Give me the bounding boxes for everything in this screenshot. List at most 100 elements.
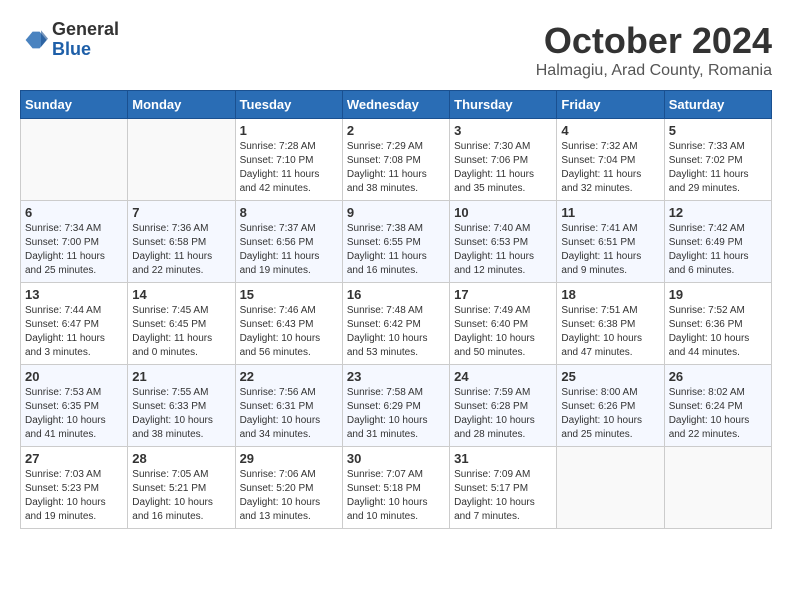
calendar-cell (21, 119, 128, 201)
day-info: Sunrise: 7:37 AM Sunset: 6:56 PM Dayligh… (240, 222, 338, 278)
day-info: Sunrise: 7:44 AM Sunset: 6:47 PM Dayligh… (25, 304, 123, 360)
calendar-cell: 12Sunrise: 7:42 AM Sunset: 6:49 PM Dayli… (664, 201, 771, 283)
day-number: 20 (25, 369, 123, 384)
day-number: 29 (240, 451, 338, 466)
day-info: Sunrise: 7:05 AM Sunset: 5:21 PM Dayligh… (132, 468, 230, 524)
calendar-cell: 14Sunrise: 7:45 AM Sunset: 6:45 PM Dayli… (128, 283, 235, 365)
day-info: Sunrise: 7:59 AM Sunset: 6:28 PM Dayligh… (454, 386, 552, 442)
day-number: 22 (240, 369, 338, 384)
day-info: Sunrise: 7:53 AM Sunset: 6:35 PM Dayligh… (25, 386, 123, 442)
calendar-week-2: 6 Sunrise: 7:34 AM Sunset: 7:00 PM Daylig… (21, 201, 772, 283)
day-number: 19 (669, 287, 767, 302)
calendar-cell: 18 Sunrise: 7:51 AM Sunset: 6:38 PM Dayli… (557, 283, 664, 365)
logo-blue-text: Blue (52, 39, 91, 59)
title-block: October 2024 Halmagiu, Arad County, Roma… (536, 20, 772, 80)
calendar-cell: 10 Sunrise: 7:40 AM Sunset: 6:53 PM Dayli… (450, 201, 557, 283)
day-info: Sunrise: 7:46 AM Sunset: 6:43 PM Dayligh… (240, 304, 338, 360)
day-info: Sunrise: 7:33 AM Sunset: 7:02 PM Dayligh… (669, 140, 767, 196)
day-info: Sunrise: 8:00 AM Sunset: 6:26 PM Dayligh… (561, 386, 659, 442)
day-number: 28 (132, 451, 230, 466)
day-info: Sunrise: 7:45 AM Sunset: 6:45 PM Dayligh… (132, 304, 230, 360)
calendar-header-row: SundayMondayTuesdayWednesdayThursdayFrid… (21, 91, 772, 119)
header-saturday: Saturday (664, 91, 771, 119)
calendar-cell: 16 Sunrise: 7:48 AM Sunset: 6:42 PM Dayli… (342, 283, 449, 365)
day-number: 24 (454, 369, 552, 384)
logo: General Blue (20, 20, 119, 60)
day-info: Sunrise: 7:03 AM Sunset: 5:23 PM Dayligh… (25, 468, 123, 524)
day-info: Sunrise: 7:49 AM Sunset: 6:40 PM Dayligh… (454, 304, 552, 360)
header-monday: Monday (128, 91, 235, 119)
day-info: Sunrise: 7:52 AM Sunset: 6:36 PM Dayligh… (669, 304, 767, 360)
day-number: 25 (561, 369, 659, 384)
calendar-cell: 7Sunrise: 7:36 AM Sunset: 6:58 PM Daylig… (128, 201, 235, 283)
header-friday: Friday (557, 91, 664, 119)
calendar-cell: 30Sunrise: 7:07 AM Sunset: 5:18 PM Dayli… (342, 447, 449, 529)
header-wednesday: Wednesday (342, 91, 449, 119)
calendar-cell: 21 Sunrise: 7:55 AM Sunset: 6:33 PM Dayli… (128, 365, 235, 447)
day-info: Sunrise: 7:51 AM Sunset: 6:38 PM Dayligh… (561, 304, 659, 360)
day-number: 11 (561, 205, 659, 220)
day-number: 1 (240, 123, 338, 138)
day-info: Sunrise: 7:48 AM Sunset: 6:42 PM Dayligh… (347, 304, 445, 360)
day-number: 6 (25, 205, 123, 220)
calendar-cell: 19 Sunrise: 7:52 AM Sunset: 6:36 PM Dayli… (664, 283, 771, 365)
calendar-cell: 23Sunrise: 7:58 AM Sunset: 6:29 PM Dayli… (342, 365, 449, 447)
calendar-cell: 26 Sunrise: 8:02 AM Sunset: 6:24 PM Dayli… (664, 365, 771, 447)
day-info: Sunrise: 7:40 AM Sunset: 6:53 PM Dayligh… (454, 222, 552, 278)
day-number: 15 (240, 287, 338, 302)
calendar-week-4: 20 Sunrise: 7:53 AM Sunset: 6:35 PM Dayli… (21, 365, 772, 447)
calendar-cell: 15 Sunrise: 7:46 AM Sunset: 6:43 PM Dayli… (235, 283, 342, 365)
location: Halmagiu, Arad County, Romania (536, 62, 772, 80)
day-info: Sunrise: 7:32 AM Sunset: 7:04 PM Dayligh… (561, 140, 659, 196)
day-number: 18 (561, 287, 659, 302)
day-info: Sunrise: 7:28 AM Sunset: 7:10 PM Dayligh… (240, 140, 338, 196)
calendar-cell: 9Sunrise: 7:38 AM Sunset: 6:55 PM Daylig… (342, 201, 449, 283)
day-number: 21 (132, 369, 230, 384)
day-info: Sunrise: 7:34 AM Sunset: 7:00 PM Dayligh… (25, 222, 123, 278)
day-number: 3 (454, 123, 552, 138)
calendar-cell: 8 Sunrise: 7:37 AM Sunset: 6:56 PM Daylig… (235, 201, 342, 283)
calendar-table: SundayMondayTuesdayWednesdayThursdayFrid… (20, 90, 772, 529)
day-info: Sunrise: 7:38 AM Sunset: 6:55 PM Dayligh… (347, 222, 445, 278)
day-number: 10 (454, 205, 552, 220)
day-info: Sunrise: 7:42 AM Sunset: 6:49 PM Dayligh… (669, 222, 767, 278)
day-number: 13 (25, 287, 123, 302)
day-number: 26 (669, 369, 767, 384)
day-info: Sunrise: 7:06 AM Sunset: 5:20 PM Dayligh… (240, 468, 338, 524)
day-info: Sunrise: 7:41 AM Sunset: 6:51 PM Dayligh… (561, 222, 659, 278)
calendar-week-5: 27Sunrise: 7:03 AM Sunset: 5:23 PM Dayli… (21, 447, 772, 529)
calendar-cell (557, 447, 664, 529)
calendar-cell: 22Sunrise: 7:56 AM Sunset: 6:31 PM Dayli… (235, 365, 342, 447)
day-info: Sunrise: 7:09 AM Sunset: 5:17 PM Dayligh… (454, 468, 552, 524)
calendar-cell: 24 Sunrise: 7:59 AM Sunset: 6:28 PM Dayli… (450, 365, 557, 447)
calendar-cell: 6 Sunrise: 7:34 AM Sunset: 7:00 PM Daylig… (21, 201, 128, 283)
calendar-cell: 2Sunrise: 7:29 AM Sunset: 7:08 PM Daylig… (342, 119, 449, 201)
calendar-cell (128, 119, 235, 201)
day-number: 23 (347, 369, 445, 384)
logo-icon (20, 26, 48, 54)
day-number: 5 (669, 123, 767, 138)
calendar-cell: 17 Sunrise: 7:49 AM Sunset: 6:40 PM Dayli… (450, 283, 557, 365)
day-info: Sunrise: 8:02 AM Sunset: 6:24 PM Dayligh… (669, 386, 767, 442)
calendar-cell: 13 Sunrise: 7:44 AM Sunset: 6:47 PM Dayli… (21, 283, 128, 365)
page-header: General Blue October 2024 Halmagiu, Arad… (20, 20, 772, 80)
calendar-cell: 28 Sunrise: 7:05 AM Sunset: 5:21 PM Dayli… (128, 447, 235, 529)
calendar-cell: 3 Sunrise: 7:30 AM Sunset: 7:06 PM Daylig… (450, 119, 557, 201)
header-thursday: Thursday (450, 91, 557, 119)
day-number: 8 (240, 205, 338, 220)
day-number: 16 (347, 287, 445, 302)
calendar-cell: 31 Sunrise: 7:09 AM Sunset: 5:17 PM Dayli… (450, 447, 557, 529)
day-number: 17 (454, 287, 552, 302)
day-number: 4 (561, 123, 659, 138)
logo-general-text: General (52, 19, 119, 39)
day-info: Sunrise: 7:36 AM Sunset: 6:58 PM Dayligh… (132, 222, 230, 278)
day-info: Sunrise: 7:30 AM Sunset: 7:06 PM Dayligh… (454, 140, 552, 196)
calendar-cell: 27Sunrise: 7:03 AM Sunset: 5:23 PM Dayli… (21, 447, 128, 529)
day-number: 31 (454, 451, 552, 466)
header-sunday: Sunday (21, 91, 128, 119)
calendar-cell: 25 Sunrise: 8:00 AM Sunset: 6:26 PM Dayli… (557, 365, 664, 447)
header-tuesday: Tuesday (235, 91, 342, 119)
day-info: Sunrise: 7:07 AM Sunset: 5:18 PM Dayligh… (347, 468, 445, 524)
day-info: Sunrise: 7:55 AM Sunset: 6:33 PM Dayligh… (132, 386, 230, 442)
calendar-cell (664, 447, 771, 529)
